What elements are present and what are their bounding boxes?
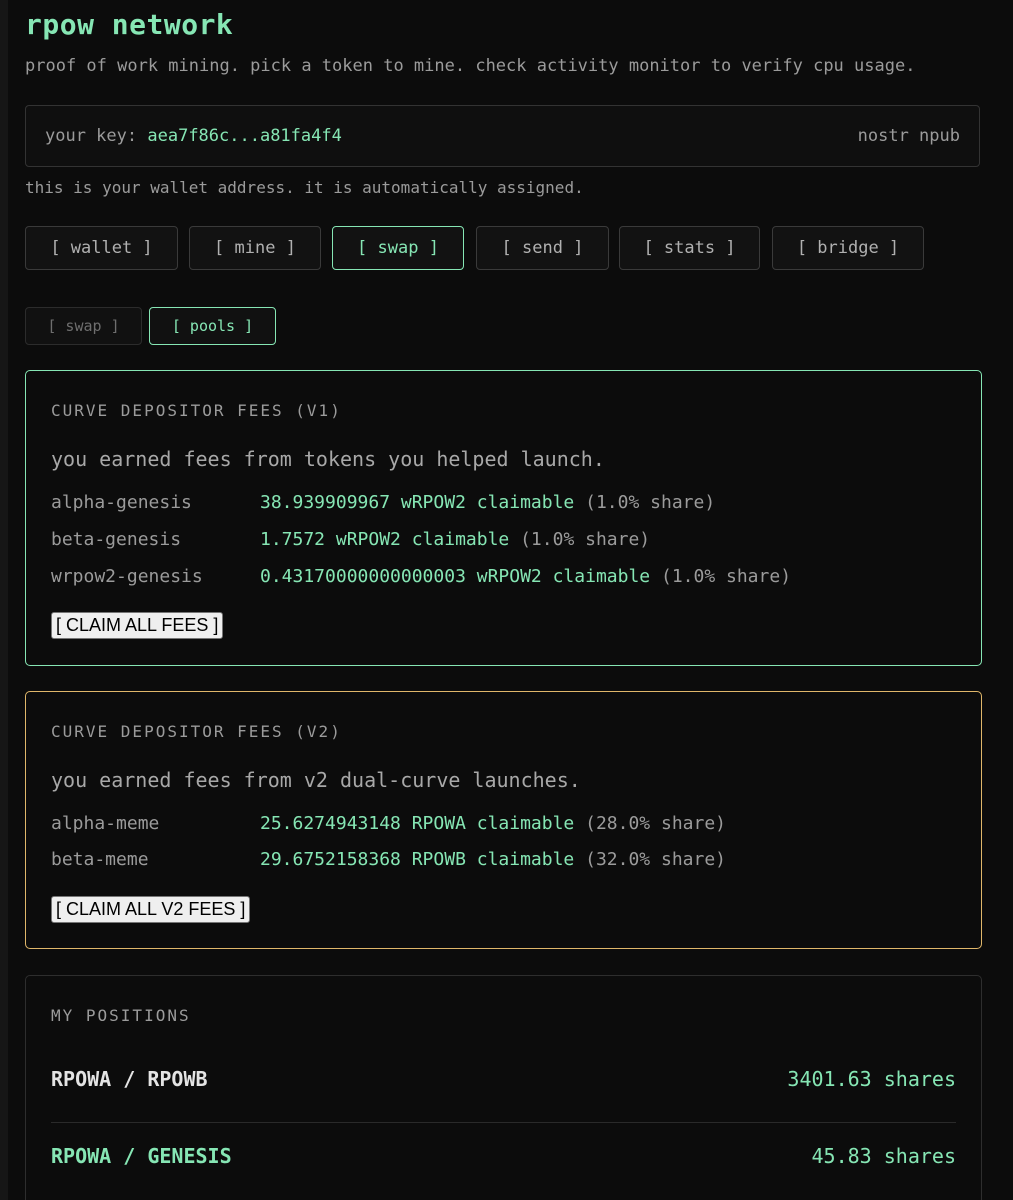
key-type: nostr npub: [857, 126, 960, 146]
fees-v1-description: you earned fees from tokens you helped l…: [51, 447, 605, 471]
key-row: your key: aea7f86c...a81fa4f4: [45, 126, 342, 146]
tab-mine[interactable]: [ mine ]: [189, 226, 321, 270]
fee-row: alpha-genesis 38.939909967 wRPOW2 claimab…: [51, 492, 715, 513]
key-box: your key: aea7f86c...a81fa4f4 nostr npub: [25, 105, 980, 167]
fee-share: (32.0% share): [585, 849, 727, 870]
window-edge: [0, 0, 8, 1200]
positions-heading: MY POSITIONS: [51, 1006, 191, 1025]
fee-token-name: alpha-meme: [51, 813, 160, 834]
subtab-swap[interactable]: [ swap ]: [25, 307, 142, 345]
key-note: this is your wallet address. it is autom…: [25, 178, 584, 197]
fees-v1-panel: CURVE DEPOSITOR FEES (V1) you earned fee…: [25, 370, 982, 666]
fee-row: beta-genesis 1.7572 wRPOW2 claimable (1.0…: [51, 529, 650, 550]
position-row[interactable]: RPOWA / GENESIS 45.83 shares: [51, 1144, 956, 1174]
fee-token-name: beta-meme: [51, 849, 149, 870]
fee-share: (1.0% share): [660, 566, 792, 587]
fee-share: (1.0% share): [520, 529, 651, 550]
position-shares: 3401.63 shares: [787, 1067, 956, 1091]
fee-amount: 1.7572 wRPOW2 claimable: [260, 529, 510, 550]
fees-v1-heading: CURVE DEPOSITOR FEES (V1): [51, 401, 342, 420]
tab-stats[interactable]: [ stats ]: [619, 226, 760, 270]
fees-v2-description: you earned fees from v2 dual-curve launc…: [51, 768, 581, 792]
claim-all-fees-button[interactable]: [ CLAIM ALL FEES ]: [51, 612, 224, 639]
app-subtitle: proof of work mining. pick a token to mi…: [25, 56, 916, 76]
fee-row: beta-meme 29.6752158368 RPOWB claimable (…: [51, 849, 726, 870]
key-value[interactable]: aea7f86c...a81fa4f4: [147, 126, 341, 146]
fee-token-name: beta-genesis: [51, 529, 182, 550]
key-label: your key:: [45, 126, 138, 146]
fees-v2-panel: CURVE DEPOSITOR FEES (V2) you earned fee…: [25, 691, 982, 949]
claim-all-v2-fees-button[interactable]: [ CLAIM ALL V2 FEES ]: [51, 896, 251, 923]
fee-amount: 25.6274943148 RPOWA claimable: [260, 813, 575, 834]
app-page: rpow network proof of work mining. pick …: [0, 0, 1013, 1200]
position-row[interactable]: RPOWA / RPOWB 3401.63 shares: [51, 1067, 956, 1097]
position-shares: 45.83 shares: [811, 1144, 957, 1168]
fee-share: (1.0% share): [585, 492, 716, 513]
fees-v2-heading: CURVE DEPOSITOR FEES (V2): [51, 722, 342, 741]
position-divider: [51, 1122, 956, 1123]
subtab-pools[interactable]: [ pools ]: [149, 307, 276, 345]
fee-row: wrpow2-genesis 0.43170000000000003 wRPOW2…: [51, 566, 791, 587]
tab-swap[interactable]: [ swap ]: [332, 226, 464, 270]
tab-wallet[interactable]: [ wallet ]: [25, 226, 178, 270]
fee-amount: 0.43170000000000003 wRPOW2 claimable: [260, 566, 651, 587]
position-pair: RPOWA / GENESIS: [51, 1144, 232, 1168]
positions-panel: MY POSITIONS RPOWA / RPOWB 3401.63 share…: [25, 975, 982, 1200]
position-pair: RPOWA / RPOWB: [51, 1067, 208, 1091]
tab-bridge[interactable]: [ bridge ]: [772, 226, 924, 270]
fee-amount: 38.939909967 wRPOW2 claimable: [260, 492, 575, 513]
tab-send[interactable]: [ send ]: [476, 226, 609, 270]
fee-token-name: alpha-genesis: [51, 492, 192, 513]
fee-row: alpha-meme 25.6274943148 RPOWA claimable …: [51, 813, 726, 834]
app-title: rpow network: [25, 8, 234, 41]
fee-amount: 29.6752158368 RPOWB claimable: [260, 849, 575, 870]
fee-share: (28.0% share): [585, 813, 727, 834]
fee-token-name: wrpow2-genesis: [51, 566, 203, 587]
